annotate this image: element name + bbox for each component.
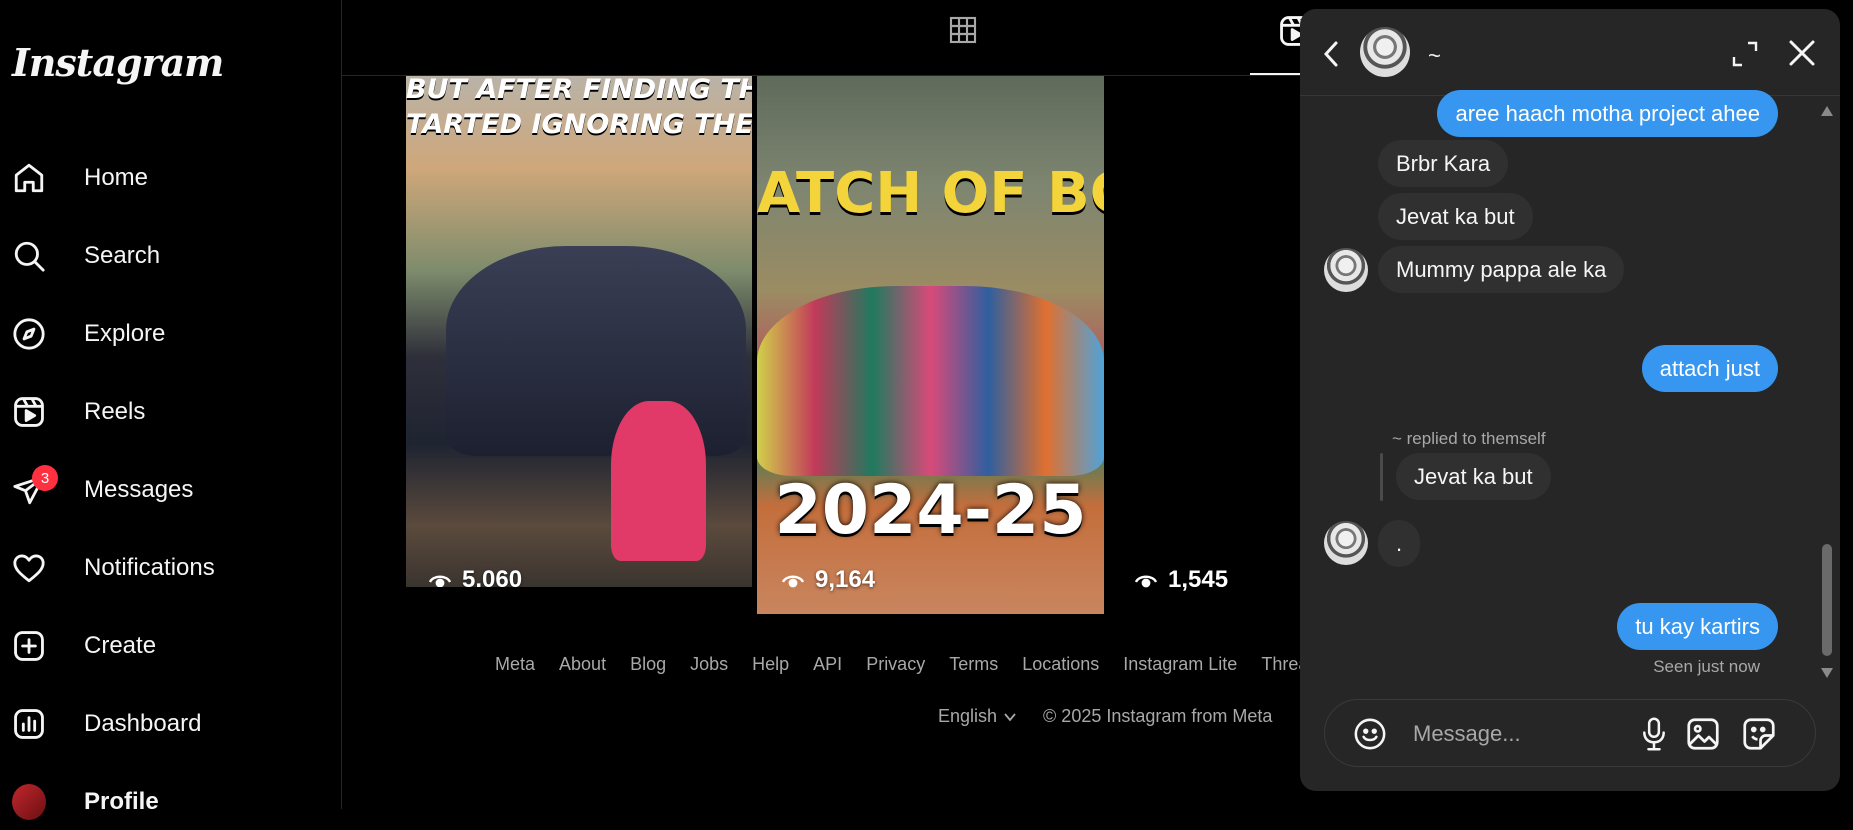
instagram-logo[interactable]: Instagram [12,40,224,85]
message-list: aree haach motha project ahee Brbr Kara … [1300,90,1840,686]
seen-status: Seen just now [1653,657,1760,676]
message-bubble-sent[interactable]: tu kay kartirs [1617,603,1778,650]
eye-icon [1134,569,1158,591]
message-composer [1324,699,1816,767]
sidebar-item-label: Reels [84,398,146,425]
reel-thumbnail[interactable]: 1,545 [1108,76,1300,614]
footer-link[interactable]: Jobs [690,654,728,675]
reply-bar [1380,453,1383,501]
footer-link[interactable]: Terms [949,654,998,675]
sidebar-item-search[interactable]: Search [12,228,332,284]
scroll-thumb[interactable] [1822,544,1832,656]
reels-icon [12,395,46,429]
scrollbar[interactable] [1818,96,1836,686]
reel-photo-subject [611,401,706,561]
home-icon [12,161,46,195]
avatar [12,784,46,820]
message-bubble-received[interactable]: Brbr Kara [1378,140,1509,187]
footer-link[interactable]: Privacy [866,654,925,675]
sidebar-item-dashboard[interactable]: Dashboard [12,696,332,752]
chat-title[interactable]: ~ [1428,43,1441,69]
plus-square-icon [12,629,46,663]
reel-photo-subject [757,286,1104,476]
language-selector[interactable]: English [938,706,1017,727]
reel-view-count: 9,164 [781,566,875,594]
sticker-icon[interactable] [1741,716,1777,752]
image-icon[interactable] [1685,716,1721,752]
chat-header: ~ [1300,9,1840,96]
microphone-icon[interactable] [1637,716,1671,752]
heart-icon [12,551,46,585]
sidebar-item-label: Search [84,242,161,269]
sidebar-item-home[interactable]: Home [12,150,332,206]
eye-icon [428,569,452,587]
sidebar-item-explore[interactable]: Explore [12,306,332,362]
sidebar-item-label: Notifications [84,554,215,581]
footer-link[interactable]: Instagram Lite [1123,654,1237,675]
dashboard-icon [12,707,46,741]
footer-link[interactable]: Help [752,654,789,675]
message-bubble-received[interactable]: Mummy pappa ale ka [1378,246,1625,293]
avatar[interactable] [1360,27,1410,77]
copyright: © 2025 Instagram from Meta [1043,706,1273,726]
message-input[interactable] [1411,718,1645,750]
reel-overlay-text: ATCH OF BC [757,161,1104,226]
reel-view-count: 1,545 [1134,566,1228,594]
eye-icon [781,569,805,591]
chevron-down-icon [1003,710,1017,724]
chat-window: ~ aree haach motha project ahee Brbr Kar… [1300,9,1840,791]
reel-thumbnail[interactable]: ATCH OF BC 2024-25 9,164 [757,76,1104,614]
message-bubble-sent[interactable]: attach just [1641,345,1778,392]
reel-view-count: 5,060 [428,566,522,587]
sidebar-item-label: Home [84,164,149,191]
expand-icon[interactable] [1730,39,1760,69]
notification-badge: 3 [32,465,58,491]
sidebar-item-label: Explore [84,320,166,347]
close-icon[interactable] [1786,37,1818,69]
reel-overlay-text: BUT AFTER FINDING THEM TARTED IGNORING T… [406,76,752,140]
footer-link[interactable]: Blog [630,654,666,675]
back-icon[interactable] [1320,39,1342,69]
tab-posts[interactable] [918,14,1008,74]
compass-icon [12,317,46,351]
avatar[interactable] [1324,248,1368,292]
search-icon [12,239,46,273]
sidebar-item-reels[interactable]: Reels [12,384,332,440]
footer-bottom: English © 2025 Instagram from Meta [938,706,1272,727]
sidebar-item-label: Create [84,632,157,659]
message-bubble-received[interactable]: . [1378,520,1421,567]
message-bubble-received[interactable]: Jevat ka but [1378,193,1533,240]
messenger-icon: 3 [12,465,58,507]
sidebar-item-messages[interactable]: 3 Messages [12,462,332,518]
emoji-icon[interactable] [1353,717,1387,751]
footer-links: Meta About Blog Jobs Help API Privacy Te… [495,654,1327,675]
footer-link[interactable]: Meta [495,654,535,675]
grid-icon [947,14,979,74]
scroll-up-arrow-icon[interactable] [1821,106,1833,116]
sidebar-item-label: Dashboard [84,710,202,737]
reply-label: ~ replied to themself [1392,429,1546,448]
reel-overlay-text: 2024-25 [774,471,1087,550]
scroll-down-arrow-icon[interactable] [1821,668,1833,678]
reel-thumbnail[interactable]: BUT AFTER FINDING THEM TARTED IGNORING T… [406,76,752,587]
sidebar-item-notifications[interactable]: Notifications [12,540,332,596]
sidebar-item-label: Profile [84,788,159,815]
footer-link[interactable]: Locations [1022,654,1099,675]
avatar[interactable] [1324,521,1368,565]
message-bubble-received[interactable]: Jevat ka but [1396,453,1551,500]
sidebar-item-profile[interactable]: Profile [12,774,332,830]
sidebar: Instagram Home Search Explore Reels 3 Me… [0,0,342,820]
footer-link[interactable]: About [559,654,606,675]
reel-photo-subject [446,246,746,456]
profile-tabs [342,0,1595,76]
sidebar-item-create[interactable]: Create [12,618,332,674]
message-bubble-sent[interactable]: aree haach motha project ahee [1437,90,1778,137]
footer-link[interactable]: API [813,654,842,675]
sidebar-item-label: Messages [84,476,194,503]
